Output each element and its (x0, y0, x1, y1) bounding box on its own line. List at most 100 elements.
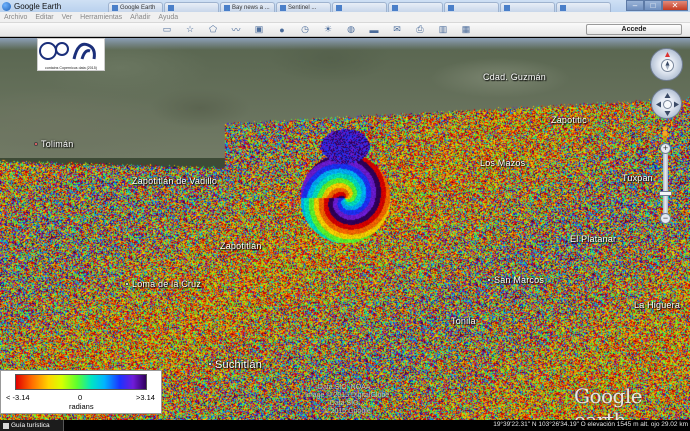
tab-favicon-icon (560, 4, 566, 11)
place-label[interactable]: Los Mazos (480, 158, 525, 168)
tab-favicon-icon (168, 4, 174, 11)
legend-max-label: >3.14 (136, 393, 155, 402)
phase-legend: < -3.14 0 >3.14 radians (0, 370, 162, 414)
menu-item-editar[interactable]: Editar (31, 14, 57, 21)
maps-icon[interactable]: ▦ (459, 24, 473, 35)
minimize-button[interactable]: – (626, 0, 644, 11)
status-bar: Guía turística 19°39'22.31" N 103°26'34.… (0, 420, 690, 431)
ruler-icon[interactable]: ▬ (367, 24, 381, 35)
browser-tab[interactable] (500, 2, 555, 12)
zoom-out-button[interactable]: − (660, 213, 671, 224)
browser-tab-strip: Google Earth Bay news a ... Sentinel ... (108, 0, 612, 12)
zoom-slider-thumb[interactable] (659, 191, 672, 196)
attribution-line: Data SIO, NOAA... (317, 384, 377, 391)
print-icon[interactable]: ⎙ (413, 24, 427, 35)
maximize-button[interactable]: □ (644, 0, 662, 11)
map-viewport[interactable]: contains Copernicus data (2015) Cdad. Gu… (0, 38, 690, 420)
menu-item-anadir[interactable]: Añadir (126, 14, 154, 21)
place-label[interactable]: Zapotitlán (220, 241, 262, 251)
browser-tab[interactable]: Google Earth (108, 2, 163, 12)
google-earth-watermark: Google earth (574, 384, 643, 420)
place-label[interactable]: Suchitlán (215, 359, 262, 371)
irea-cnr-logo-mark (39, 42, 96, 60)
historical-icon[interactable]: ◷ (298, 24, 312, 35)
tour-guide-button[interactable]: Guía turística (0, 420, 64, 431)
tab-favicon-icon (504, 4, 510, 11)
planets-icon[interactable]: ◍ (344, 24, 358, 35)
tab-favicon-icon (112, 4, 118, 11)
sign-in-button[interactable]: Accede (586, 24, 682, 35)
place-marker-icon[interactable] (34, 142, 38, 146)
place-label[interactable]: Tolimán (41, 139, 73, 149)
legend-mid-label: 0 (78, 393, 83, 402)
place-label[interactable]: Loma de la Cruz (132, 279, 201, 289)
pan-arrows-icon (656, 93, 679, 116)
tour-guide-icon (3, 422, 9, 429)
browser-tab[interactable]: Bay news a ... (220, 2, 275, 12)
browser-tab[interactable] (444, 2, 499, 12)
attribution-line: © 2015 Google (323, 408, 371, 415)
save-image-icon[interactable]: ▥ (436, 24, 450, 35)
irea-cnr-logo: contains Copernicus data (2015) (37, 38, 105, 71)
tab-favicon-icon (336, 4, 342, 11)
toolbar: ▭ ☆ ⬠ 〰 ▣ ● ◷ ☀ ◍ ▬ ✉ ⎙ ▥ ▦ Accede (0, 23, 690, 37)
place-label[interactable]: La Higuera (634, 300, 680, 310)
place-label[interactable]: San Marcos (494, 275, 544, 285)
menu-bar: Archivo Editar Ver Herramientas Añadir Ayuda (0, 12, 690, 23)
browser-tab[interactable] (556, 2, 611, 12)
sidebar-icon[interactable]: ▭ (160, 24, 174, 35)
move-control[interactable] (651, 88, 682, 119)
legend-unit-label: radians (69, 402, 94, 411)
window-title: Google Earth (14, 1, 62, 11)
look-control[interactable] (650, 48, 683, 81)
tab-favicon-icon (392, 4, 398, 11)
attribution-line: Data SIO... (329, 400, 365, 407)
phase-colorbar (15, 374, 147, 390)
imagery-attribution: Data SIO, NOAA... Image © 2015 DigitalGlo… (305, 384, 389, 416)
menu-item-ayuda[interactable]: Ayuda (154, 14, 182, 21)
zoom-in-button[interactable]: + (660, 143, 671, 154)
polygon-icon[interactable]: ⬠ (206, 24, 220, 35)
place-marker-icon[interactable] (208, 362, 212, 366)
title-bar: Google Earth Google Earth Bay news a ... S… (0, 0, 690, 12)
overlay-icon[interactable]: ▣ (252, 24, 266, 35)
place-marker-icon[interactable] (487, 278, 491, 282)
browser-tab[interactable] (332, 2, 387, 12)
place-label[interactable]: Zapotitic (551, 115, 587, 125)
tab-favicon-icon (280, 4, 286, 11)
place-label[interactable]: Tonila (451, 316, 476, 326)
menu-item-archivo[interactable]: Archivo (0, 14, 31, 21)
attribution-line: Image © 2015 DigitalGlobe (305, 392, 390, 399)
sun-icon[interactable]: ☀ (321, 24, 335, 35)
menu-item-ver[interactable]: Ver (58, 14, 77, 21)
google-earth-icon (2, 1, 11, 11)
tour-record-icon[interactable]: ● (275, 24, 289, 35)
placemark-icon[interactable]: ☆ (183, 24, 197, 35)
email-icon[interactable]: ✉ (390, 24, 404, 35)
close-button[interactable]: ✕ (662, 0, 688, 11)
browser-tab[interactable] (388, 2, 443, 12)
tab-label: Google Earth (120, 4, 156, 11)
tour-guide-label: Guía turística (11, 422, 50, 429)
tab-label: Sentinel ... (288, 4, 317, 11)
browser-tab[interactable] (164, 2, 219, 12)
coordinates-readout: 19°39'22.31" N 103°26'34.19" O elevación… (493, 421, 688, 428)
tab-label: Bay news a ... (232, 4, 270, 11)
compass-icon (661, 52, 674, 72)
zoom-slider-track[interactable] (663, 148, 668, 222)
place-label[interactable]: Cdad. Guzmán (483, 72, 546, 82)
interferogram-overlay (0, 38, 690, 420)
browser-tab[interactable]: Sentinel ... (276, 2, 331, 12)
tab-favicon-icon (448, 4, 454, 11)
place-label[interactable]: Tuxpan (622, 173, 653, 183)
tab-favicon-icon (224, 4, 230, 11)
legend-min-label: < -3.14 (6, 393, 30, 402)
copernicus-credit: contains Copernicus data (2015) (45, 66, 97, 70)
place-marker-icon[interactable] (125, 282, 129, 286)
menu-item-herramientas[interactable]: Herramientas (76, 14, 126, 21)
street-view-pegman-icon[interactable] (660, 126, 670, 140)
path-icon[interactable]: 〰 (229, 24, 243, 35)
place-label[interactable]: Zapotitlán de Vadillo (132, 176, 217, 186)
place-label[interactable]: El Platanar (570, 234, 616, 244)
window-controls: – □ ✕ (626, 0, 688, 11)
